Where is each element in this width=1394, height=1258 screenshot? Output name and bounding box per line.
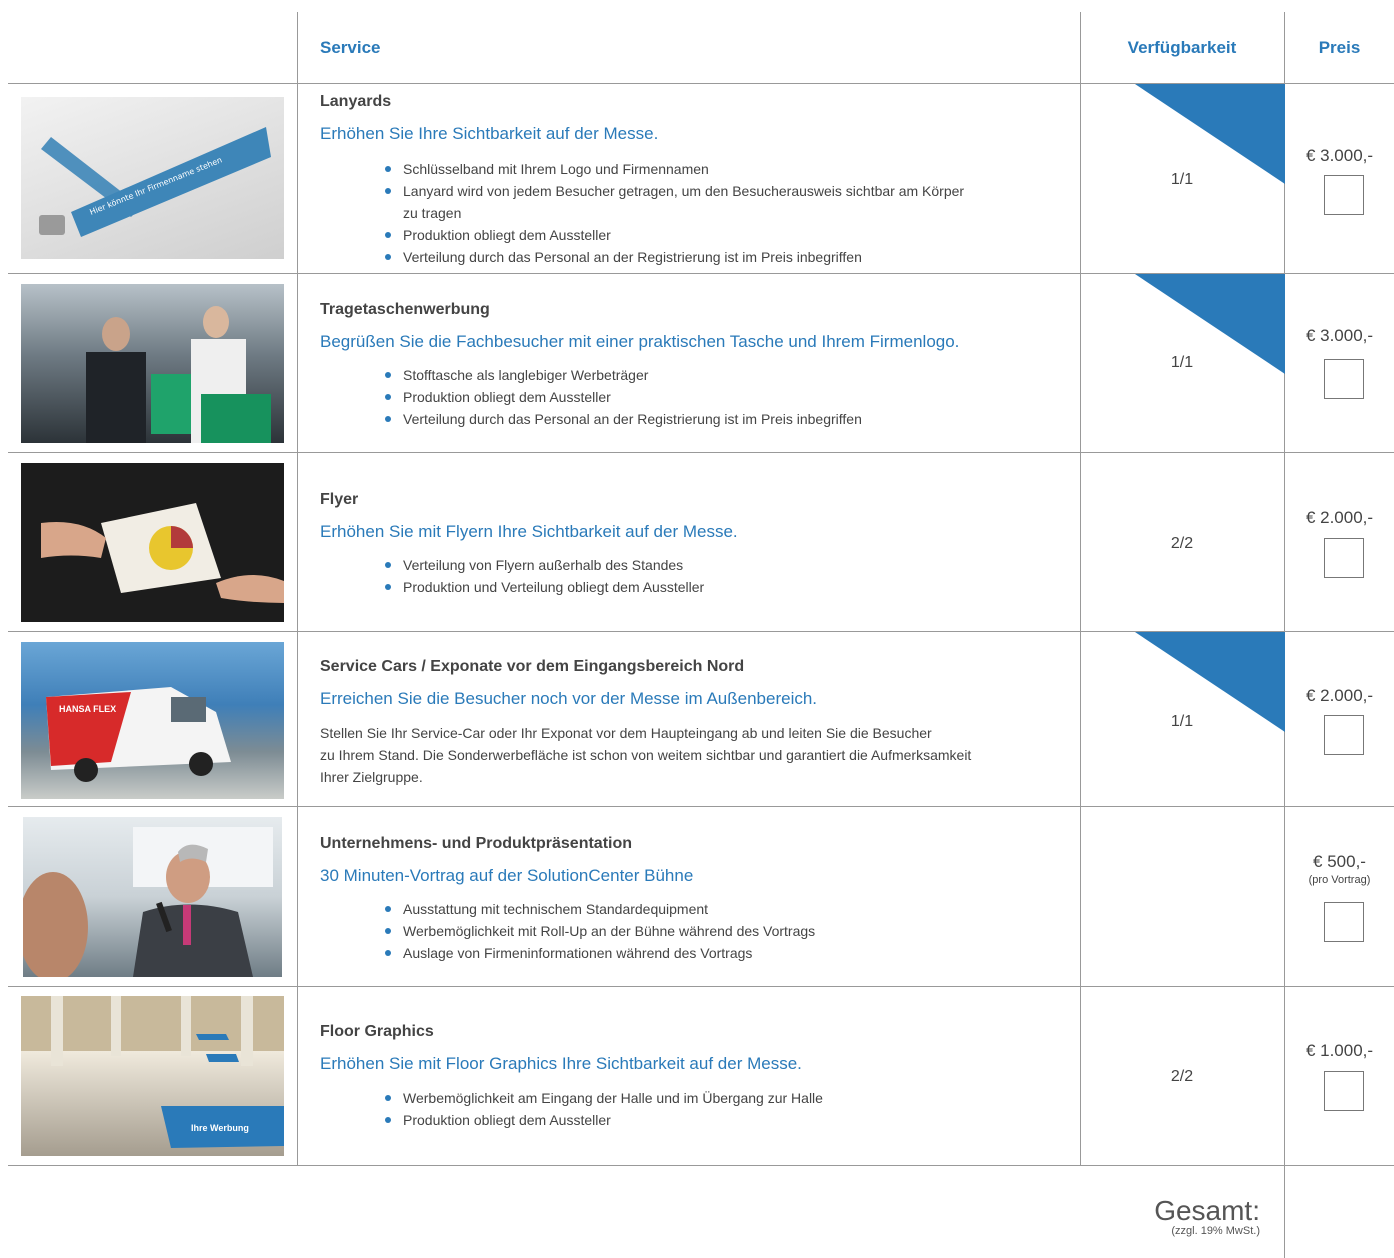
order-checkbox[interactable] xyxy=(1324,1071,1364,1111)
order-checkbox[interactable] xyxy=(1324,902,1364,942)
total-vat-note: (zzgl. 19% MwSt.) xyxy=(1171,1225,1260,1237)
feature-list: Werbemöglichkeit am Eingang der Halle un… xyxy=(385,1087,1005,1131)
feature-item: Lanyard wird von jedem Besucher getragen… xyxy=(385,180,965,224)
feature-item: Auslage von Firmeninformationen während … xyxy=(385,942,985,964)
description-line: Stellen Sie Ihr Service-Car oder Ihr Exp… xyxy=(320,725,932,741)
row-divider xyxy=(8,1165,1394,1166)
price-value: € 2.000,- xyxy=(1305,686,1374,705)
presentation-image xyxy=(23,817,282,977)
availability-value: 2/2 xyxy=(1170,1068,1194,1085)
price-amount: € 500,- xyxy=(1313,852,1366,871)
feature-item: Verteilung von Flyern außerhalb des Stan… xyxy=(385,554,985,576)
service-car-illustration: HANSA FLEX xyxy=(46,687,231,782)
feature-item: Produktion und Verteilung obliegt dem Au… xyxy=(385,576,985,598)
order-checkbox[interactable] xyxy=(1324,715,1364,755)
service-description: Stellen Sie Ihr Service-Car oder Ihr Exp… xyxy=(320,722,1070,788)
header-price: Preis xyxy=(1318,38,1361,57)
availability-value: 1/1 xyxy=(1170,713,1194,730)
lanyard-image: Hier könnte Ihr Firmenname stehen xyxy=(21,97,284,259)
service-subtitle: Erhöhen Sie Ihre Sichtbarkeit auf der Me… xyxy=(320,124,659,143)
service-title: Floor Graphics xyxy=(320,1023,434,1040)
service-subtitle: 30 Minuten-Vortrag auf der SolutionCente… xyxy=(320,866,694,885)
price-value: € 3.000,- xyxy=(1305,146,1374,165)
service-title: Flyer xyxy=(320,491,359,508)
description-line: Ihrer Zielgruppe. xyxy=(320,769,423,785)
price-value: € 2.000,- xyxy=(1305,508,1374,527)
feature-item: Produktion obliegt dem Aussteller xyxy=(385,224,965,246)
availability-value: 2/2 xyxy=(1170,535,1194,552)
tote-bag-illustration xyxy=(86,306,271,443)
feature-item: Verteilung durch das Personal an der Reg… xyxy=(385,408,1005,430)
feature-item: Produktion obliegt dem Aussteller xyxy=(385,386,1005,408)
service-subtitle: Erreichen Sie die Besucher noch vor der … xyxy=(320,689,818,708)
presenter-illustration xyxy=(23,827,273,977)
feature-list: Stofftasche als langlebiger Werbeträger … xyxy=(385,364,1005,430)
availability-value: 1/1 xyxy=(1170,354,1194,371)
service-title: Unternehmens- und Produktpräsentation xyxy=(320,835,633,852)
feature-item: Verteilung durch das Personal an der Reg… xyxy=(385,246,965,268)
header-service: Service xyxy=(320,38,381,57)
feature-item: Werbemöglichkeit mit Roll-Up an der Bühn… xyxy=(385,920,985,942)
flyer-image xyxy=(21,463,284,622)
row-divider xyxy=(8,452,1394,453)
order-checkbox[interactable] xyxy=(1324,538,1364,578)
floor-graphics-illustration: Ihre Werbung xyxy=(21,996,284,1148)
service-subtitle: Erhöhen Sie mit Floor Graphics Ihre Sich… xyxy=(320,1054,802,1073)
tote-bag-image xyxy=(21,284,284,443)
feature-item: Ausstattung mit technischem Standardequi… xyxy=(385,898,985,920)
total-label: Gesamt: (zzgl. 19% MwSt.) xyxy=(1154,1195,1260,1237)
feature-item: Produktion obliegt dem Aussteller xyxy=(385,1109,1005,1131)
flyer-illustration xyxy=(41,503,284,603)
order-checkbox[interactable] xyxy=(1324,175,1364,215)
feature-item: Werbemöglichkeit am Eingang der Halle un… xyxy=(385,1087,1005,1109)
column-divider xyxy=(297,12,298,1165)
order-checkbox[interactable] xyxy=(1324,359,1364,399)
price-value: € 500,- (pro Vortrag) xyxy=(1285,852,1394,886)
row-divider xyxy=(8,986,1394,987)
service-title: Tragetaschenwerbung xyxy=(320,301,490,318)
feature-list: Ausstattung mit technischem Standardequi… xyxy=(385,898,985,964)
price-note: (pro Vortrag) xyxy=(1308,874,1371,886)
availability-value: 1/1 xyxy=(1170,171,1194,188)
floor-graphics-image-text: Ihre Werbung xyxy=(191,1123,249,1133)
header-availability: Verfügbarkeit xyxy=(1127,38,1237,57)
floor-graphics-image: Ihre Werbung xyxy=(21,996,284,1156)
row-divider xyxy=(8,806,1394,807)
service-subtitle: Erhöhen Sie mit Flyern Ihre Sichtbarkeit… xyxy=(320,522,738,541)
feature-list: Verteilung von Flyern außerhalb des Stan… xyxy=(385,554,985,598)
description-line: zu Ihrem Stand. Die Sonderwerbefläche is… xyxy=(320,747,972,763)
price-value: € 1.000,- xyxy=(1305,1041,1374,1060)
service-title: Lanyards xyxy=(320,93,392,110)
price-value: € 3.000,- xyxy=(1305,326,1374,345)
service-title: Service Cars / Exponate vor dem Eingangs… xyxy=(320,658,745,675)
feature-item: Stofftasche als langlebiger Werbeträger xyxy=(385,364,1005,386)
service-subtitle: Begrüßen Sie die Fachbesucher mit einer … xyxy=(320,332,960,351)
feature-list: Schlüsselband mit Ihrem Logo und Firmenn… xyxy=(385,158,965,268)
service-car-image-text: HANSA FLEX xyxy=(59,704,116,714)
feature-item: Schlüsselband mit Ihrem Logo und Firmenn… xyxy=(385,158,965,180)
total-text: Gesamt: xyxy=(1154,1195,1260,1226)
exclusive-badge: EXKLUSIV xyxy=(1135,84,1285,184)
service-car-image: HANSA FLEX xyxy=(21,642,284,799)
lanyard-illustration: Hier könnte Ihr Firmenname stehen xyxy=(39,127,271,237)
